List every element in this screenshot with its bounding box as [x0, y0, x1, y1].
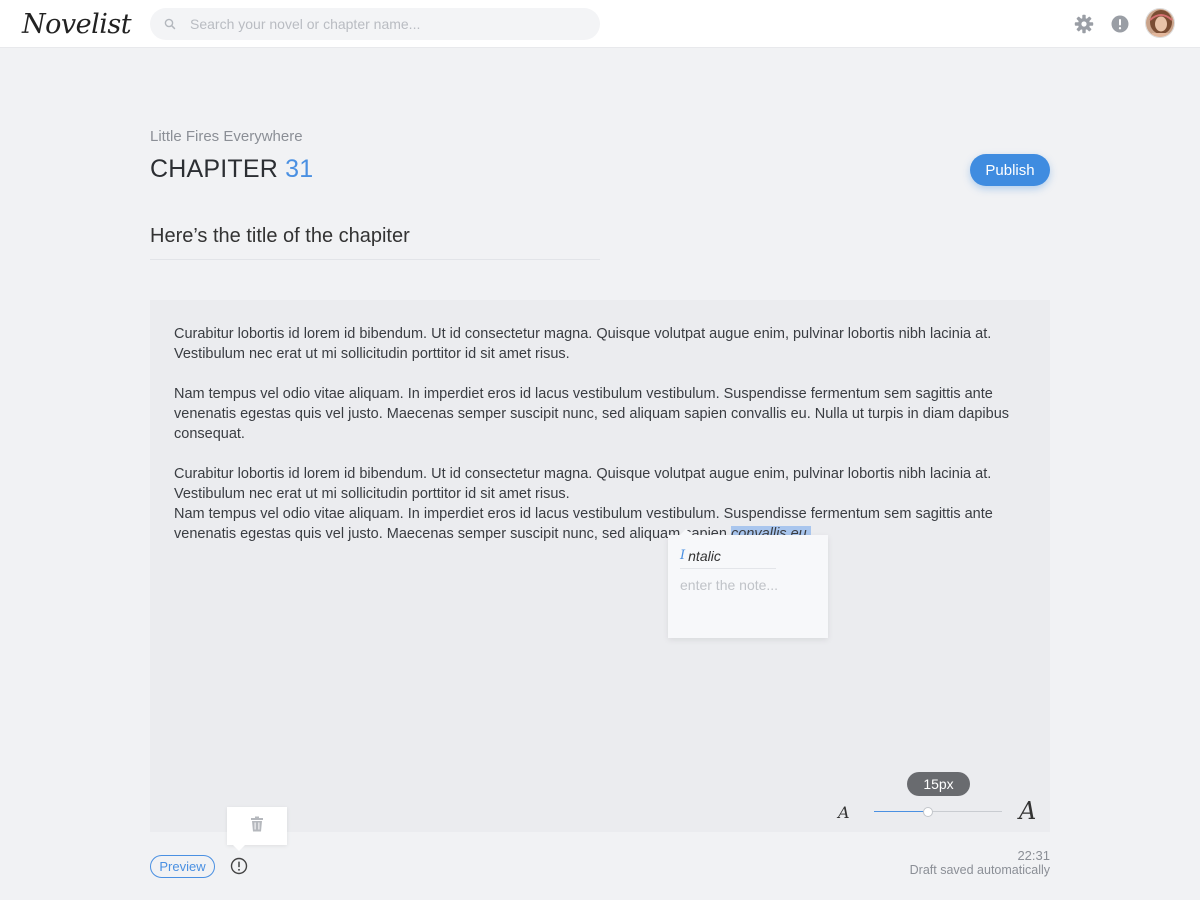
alert-outline-icon[interactable] — [230, 857, 248, 875]
trash-icon[interactable] — [250, 816, 264, 837]
paragraph: Nam tempus vel odio vitae aliquam. In im… — [174, 504, 1034, 544]
chapter-title-text: Here’s the title of the chapiter — [150, 225, 410, 247]
delete-popover — [227, 807, 287, 851]
editor-text[interactable]: Curabitur lobortis id lorem id bibendum.… — [174, 324, 1034, 544]
note-popup: I ntalic — [668, 529, 828, 638]
paragraph: Vestibulum nec erat ut mi sollicitudin p… — [174, 346, 570, 362]
font-size-badge: 15px — [907, 772, 970, 796]
format-label: ntalic — [688, 547, 721, 564]
preview-button[interactable]: Preview — [150, 855, 215, 878]
editor-area[interactable]: Curabitur lobortis id lorem id bibendum.… — [150, 300, 1050, 832]
note-input[interactable] — [680, 577, 816, 593]
avatar[interactable] — [1145, 8, 1175, 38]
chapter-label: CHAPITER — [150, 155, 279, 183]
italic-icon: I — [680, 548, 686, 563]
app-logo[interactable]: Novelist — [22, 6, 132, 42]
save-status: Draft saved automatically — [909, 863, 1050, 877]
font-size-small-icon[interactable]: A — [838, 803, 850, 822]
chapter-heading: CHAPITER 31 — [150, 155, 313, 184]
paragraph: Nam tempus vel odio vitae aliquam. In im… — [174, 386, 1010, 442]
search-input[interactable] — [190, 16, 590, 32]
paragraph: Vestibulum nec erat ut mi sollicitudin p… — [174, 486, 570, 502]
paragraph: Curabitur lobortis id lorem id bibendum.… — [174, 326, 992, 342]
chapter-number: 31 — [285, 155, 314, 183]
paragraph: Curabitur lobortis id lorem id bibendum.… — [174, 466, 992, 482]
logo-text: Novelist — [22, 8, 132, 40]
font-size-slider[interactable] — [874, 806, 1002, 818]
format-option-italic[interactable]: I ntalic — [680, 543, 776, 569]
novel-name: Little Fires Everywhere — [150, 128, 303, 145]
gear-icon[interactable] — [1072, 12, 1096, 36]
search-bar[interactable] — [150, 8, 600, 40]
publish-button[interactable]: Publish — [970, 154, 1050, 186]
paragraph-text: Nam tempus vel odio vitae aliquam. In im… — [174, 506, 993, 542]
chapter-title-input[interactable]: Here’s the title of the chapiter — [150, 225, 600, 260]
search-icon — [150, 8, 190, 40]
slider-fill — [874, 811, 928, 812]
save-time: 22:31 — [1017, 848, 1050, 863]
slider-thumb[interactable] — [923, 807, 933, 817]
top-bar: Novelist — [0, 0, 1200, 48]
font-size-large-icon[interactable]: A — [1019, 797, 1036, 825]
alert-icon[interactable] — [1108, 12, 1132, 36]
